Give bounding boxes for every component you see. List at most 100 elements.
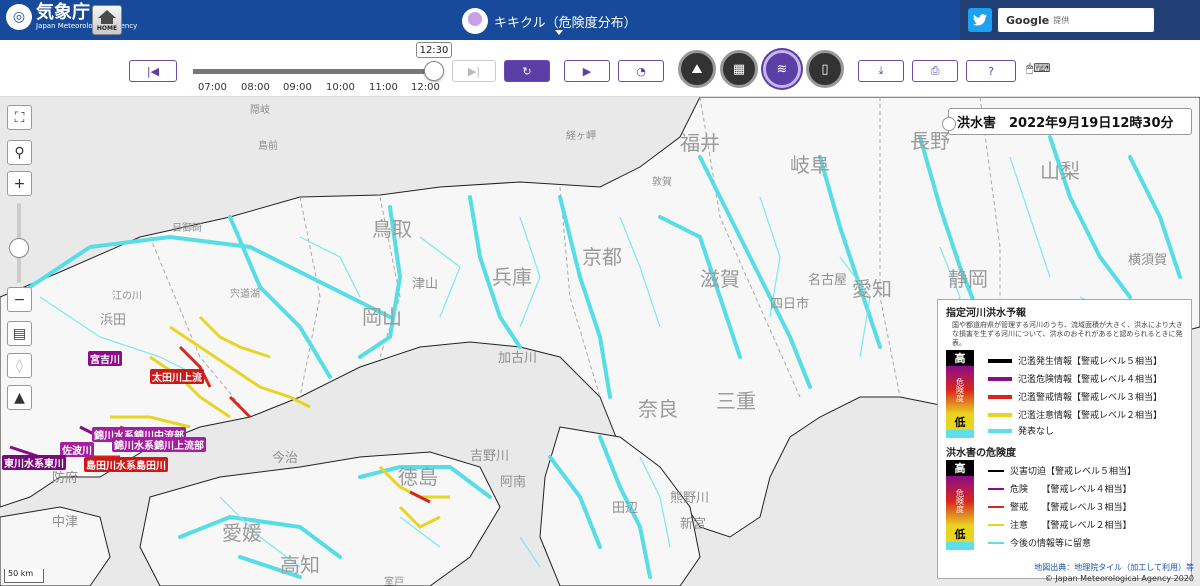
raindrop-icon: ◊ <box>16 357 23 374</box>
river-label[interactable]: 太田川上流 <box>150 369 204 384</box>
legend-item-label: 氾濫発生情報【警戒レベル５相当】 <box>1018 357 1163 367</box>
place-label: 岐阜 <box>790 153 830 177</box>
current-location-button[interactable]: ⚲ <box>7 140 32 165</box>
chevron-down-icon <box>555 30 563 35</box>
place-label: 京都 <box>582 245 622 269</box>
legend-section-description: 国や都道府県が管理する河川のうち、流域面積が大きく、洪水により大きな損害を生ずる… <box>952 321 1183 348</box>
mouse-keyboard-icon[interactable]: 🖱⌨ <box>1026 61 1051 76</box>
place-label: 三重 <box>716 389 756 413</box>
legend-item: 氾濫発生情報【警戒レベル５相当】 <box>988 354 1162 367</box>
play-icon: ▶ <box>582 64 592 78</box>
twitter-share-button[interactable] <box>968 8 992 32</box>
landslide-icon: ⛰ <box>691 61 703 77</box>
help-icon: ? <box>988 64 994 78</box>
time-slider-handle[interactable] <box>424 61 444 81</box>
logo-title: 気象庁 <box>36 2 90 23</box>
place-label: 田辺 <box>612 501 639 516</box>
help-button[interactable]: ? <box>966 60 1016 82</box>
product-selector[interactable]: キキクル（危険度分布） <box>462 8 637 35</box>
legend-item-label: 注意 【警戒レベル２相当】 <box>1010 521 1132 531</box>
place-label: 四日市 <box>770 297 810 312</box>
rain-overlay-button[interactable]: ◊ <box>7 353 32 378</box>
mountain-icon: ▲ <box>14 389 25 406</box>
zoom-slider-handle[interactable] <box>9 238 29 258</box>
flood-icon: ≋ <box>776 61 788 77</box>
river-label[interactable]: 宮吉川 <box>88 351 122 366</box>
app-header: ◎ 気象庁 Japan Meteorological Agency HOME キ… <box>0 0 1200 40</box>
print-button[interactable]: ⎙ <box>912 60 958 82</box>
place-label: 浜田 <box>100 313 127 328</box>
speed-button[interactable]: ◔ <box>618 60 664 82</box>
play-button[interactable]: ▶ <box>564 60 610 82</box>
place-label: 敦賀 <box>652 177 672 188</box>
place-label: 津山 <box>412 277 439 292</box>
plus-icon: + <box>13 175 26 192</box>
place-label: 室戸 <box>384 577 404 586</box>
legend-item-label: 災害切迫【警戒レベル５相当】 <box>1010 467 1137 477</box>
legend-scale-high: 高 <box>946 460 974 476</box>
legend-item-label: 警戒 【警戒レベル３相当】 <box>1010 503 1132 513</box>
time-slider-track[interactable] <box>193 69 433 74</box>
latest-button[interactable]: ↻ <box>504 60 550 82</box>
layer-flood-button[interactable]: ≋ <box>763 50 801 88</box>
place-label: 滋賀 <box>700 267 740 291</box>
time-slider-fill <box>193 69 429 74</box>
legend-scale-gradient: 危険度 <box>946 366 974 414</box>
tile-source-link[interactable]: 地図出典：地理院タイル（加工して利用）等 <box>1034 563 1194 573</box>
google-label: Google <box>1006 13 1050 27</box>
terrain-button[interactable]: ▲ <box>7 385 32 410</box>
basemap-button[interactable]: ▤ <box>7 321 32 346</box>
jump-start-button[interactable]: |◀ <box>129 60 177 82</box>
place-label: 江の川 <box>112 291 142 302</box>
download-button[interactable]: ⤓ <box>858 60 904 82</box>
river-label[interactable]: 東川水系東川 <box>2 455 66 470</box>
map-legend: 指定河川洪水予報 国や都道府県が管理する河川のうち、流域面積が大きく、洪水により… <box>937 299 1192 579</box>
river-label[interactable]: 島田川水系島田川 <box>84 457 168 472</box>
map-info-title: 洪水害 2022年9月19日12時30分 <box>942 108 1192 135</box>
place-label: 愛媛 <box>222 521 262 545</box>
zoom-in-button[interactable]: + <box>7 171 32 196</box>
place-label: 愛知 <box>852 277 892 301</box>
place-label: 日御碕 <box>172 223 202 234</box>
time-tick: 12:00 <box>411 82 440 93</box>
legend-item-label: 氾濫危険情報【警戒レベル４相当】 <box>1018 375 1163 385</box>
place-label: 阿南 <box>500 475 527 490</box>
layer-landslide-button[interactable]: ⛰ <box>678 50 716 88</box>
legend-item-label: 危険 【警戒レベル４相当】 <box>1010 485 1132 495</box>
time-tick: 07:00 <box>198 82 227 93</box>
map-pin-icon: ⚲ <box>14 144 25 161</box>
place-label: 経ヶ岬 <box>566 131 596 142</box>
place-label: 静岡 <box>948 267 988 291</box>
layer-inundation-button[interactable]: ▦ <box>720 50 758 88</box>
legend-item-label: 氾濫警戒情報【警戒レベル３相当】 <box>1018 393 1163 403</box>
kikikuru-icon <box>462 8 488 34</box>
inundation-icon: ▦ <box>732 61 746 77</box>
place-label: 横須賀 <box>1128 253 1168 268</box>
layer-map-button[interactable]: ▯ <box>806 50 844 88</box>
copyright-text: © Japan Meteorological Agency 2020 <box>1044 573 1194 583</box>
place-label: 名古屋 <box>808 273 848 288</box>
legend-section-title: 洪水害の危険度 <box>946 448 1016 459</box>
legend-item-label: 氾濫注意情報【警戒レベル２相当】 <box>1018 411 1163 421</box>
place-label: 中津 <box>52 515 79 530</box>
fullscreen-button[interactable]: ⛶ <box>7 105 32 130</box>
place-label: 福井 <box>680 131 720 155</box>
map-view[interactable]: 福井 長野 岐阜 山梨 鳥取 兵庫 京都 滋賀 愛知 静岡 岡山 奈良 三重 徳… <box>0 97 1200 586</box>
home-button[interactable]: HOME <box>92 5 122 35</box>
jump-end-button[interactable]: ▶| <box>452 60 496 82</box>
legend-item: 災害切迫【警戒レベル５相当】 <box>988 464 1136 477</box>
place-label: 島前 <box>258 141 278 152</box>
google-search-input[interactable]: Google 提供 <box>998 8 1154 32</box>
place-label: 今治 <box>272 451 299 466</box>
page-title: キキクル（危険度分布） <box>494 15 637 31</box>
header-right-tools: Google 提供 <box>960 0 1200 40</box>
place-label: 鳥取 <box>372 217 412 241</box>
playback-controls: |◀ 12:30 07:00 08:00 09:00 10:00 11:00 1… <box>0 40 1200 97</box>
refresh-icon: ↻ <box>522 64 532 78</box>
zoom-out-button[interactable]: − <box>7 287 32 312</box>
fullscreen-icon: ⛶ <box>14 109 25 126</box>
legend-scale-high: 高 <box>946 350 974 366</box>
home-label: HOME <box>96 25 118 32</box>
river-label[interactable]: 錦川水系錦川上流部 <box>112 437 206 452</box>
place-label: 徳島 <box>398 465 438 489</box>
